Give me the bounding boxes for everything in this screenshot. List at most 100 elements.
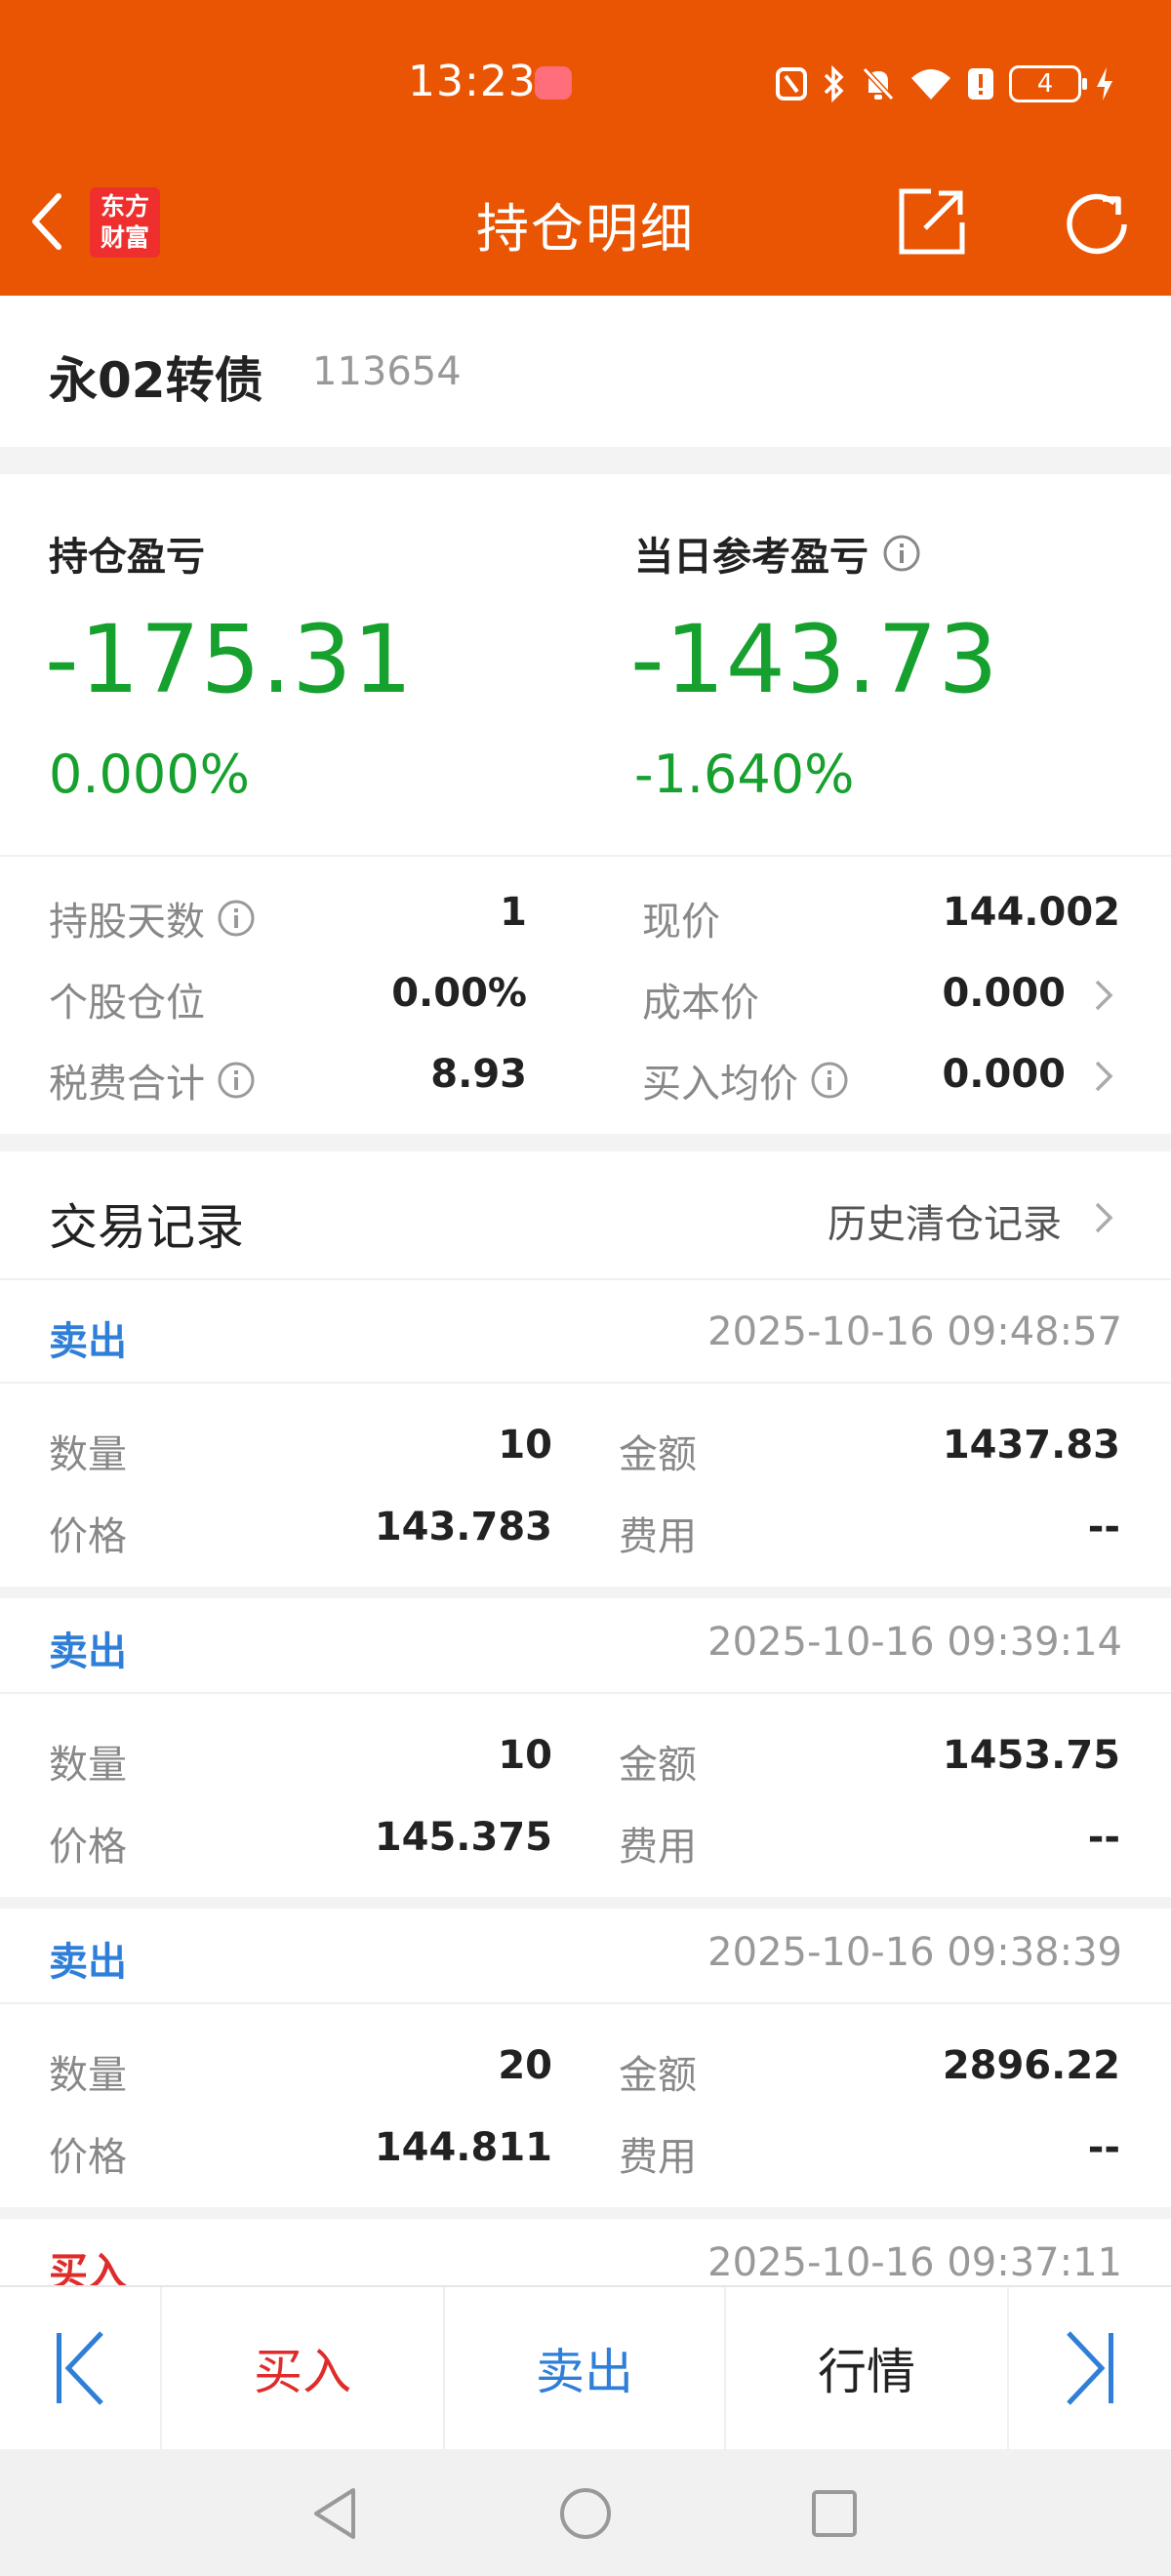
skip-previous-icon [57, 2331, 103, 2405]
fees-label-text: 税费合计 [49, 1062, 205, 1107]
position-ratio-label: 个股仓位 [49, 981, 205, 1026]
divider [0, 855, 1171, 857]
record-gap [0, 1897, 1171, 1909]
fee-value: -- [1087, 2125, 1120, 2170]
qty-label: 数量 [49, 1432, 127, 1477]
info-icon[interactable] [882, 534, 921, 573]
alert-icon [968, 68, 993, 100]
cost-price-label[interactable]: 成本价 [642, 971, 759, 1027]
divider [0, 2002, 1171, 2004]
price-value: 145.375 [374, 1815, 552, 1860]
trade-type: 卖出 [49, 1319, 127, 1364]
section-gap [0, 1134, 1171, 1151]
wifi-icon [911, 69, 950, 100]
fees-label: 税费合计 [49, 1052, 256, 1108]
status-icons: 4 [775, 64, 1114, 103]
trade-time: 2025-10-16 09:39:14 [707, 1620, 1122, 1665]
info-icon[interactable] [217, 899, 256, 938]
price-label: 价格 [49, 1514, 127, 1559]
qty-label: 数量 [49, 1743, 127, 1788]
next-stock-button[interactable] [1009, 2287, 1171, 2449]
daily-pnl-value: -143.73 [630, 605, 999, 714]
record-gap [0, 2207, 1171, 2219]
amount-label: 金额 [619, 2053, 697, 2098]
status-time: 13:23 [408, 57, 537, 106]
daily-pnl-label: 当日参考盈亏 [634, 525, 921, 582]
chevron-right-icon[interactable] [1091, 976, 1118, 1015]
trade-time: 2025-10-16 09:48:57 [707, 1309, 1122, 1354]
position-pnl-label-text: 持仓盈亏 [49, 535, 205, 580]
info-icon[interactable] [217, 1061, 256, 1100]
battery-icon: 4 [1009, 65, 1087, 102]
fee-value: -- [1087, 1505, 1120, 1550]
position-pnl-percent: 0.000% [49, 744, 250, 805]
market-button[interactable]: 行情 [726, 2287, 1009, 2449]
info-icon[interactable] [810, 1061, 849, 1100]
chevron-right-icon[interactable] [1091, 1198, 1118, 1237]
avg-buy-price-label[interactable]: 买入均价 [642, 1052, 849, 1108]
current-price-value: 144.002 [942, 890, 1120, 935]
amount-label: 金额 [619, 1743, 697, 1788]
hold-days-value: 1 [500, 890, 527, 935]
qty-value: 10 [498, 1423, 552, 1468]
refresh-icon [1067, 193, 1127, 255]
app-header: 13:23 4 东方 财富 持仓明细 [0, 0, 1171, 296]
buy-button[interactable]: 买入 [162, 2287, 445, 2449]
history-clearance-link[interactable]: 历史清仓记录 [828, 1192, 1062, 1249]
divider [0, 1382, 1171, 1384]
previous-stock-button[interactable] [0, 2287, 162, 2449]
system-recents-icon[interactable] [810, 2488, 859, 2539]
system-back-icon[interactable] [310, 2486, 359, 2541]
bottom-action-bar: 买入 卖出 行情 [0, 2285, 1171, 2449]
page-title: 持仓明细 [476, 198, 695, 260]
skip-next-icon [1067, 2331, 1113, 2405]
charging-icon [1097, 67, 1112, 101]
notification-app-icon [535, 66, 572, 100]
price-value: 143.783 [374, 1505, 552, 1550]
amount-value: 1453.75 [942, 1733, 1120, 1778]
system-navigation-bar [0, 2449, 1171, 2576]
avg-buy-price-label-text: 买入均价 [642, 1062, 798, 1107]
trade-time: 2025-10-16 09:38:39 [707, 1930, 1122, 1975]
qty-label: 数量 [49, 2053, 127, 2098]
position-pnl-label: 持仓盈亏 [49, 525, 205, 582]
section-gap [0, 447, 1171, 474]
stock-name: 永02转债 [49, 352, 263, 409]
nfc-icon [776, 67, 807, 101]
trade-type: 卖出 [49, 1940, 127, 1985]
hold-days-label: 持股天数 [49, 890, 256, 946]
hold-days-label-text: 持股天数 [49, 900, 205, 945]
daily-pnl-percent: -1.640% [634, 744, 855, 805]
amount-value: 2896.22 [942, 2043, 1120, 2088]
position-ratio-value: 0.00% [391, 971, 527, 1016]
share-button[interactable] [896, 185, 968, 258]
fee-label: 费用 [619, 1825, 697, 1870]
system-home-icon[interactable] [558, 2486, 613, 2541]
trade-time: 2025-10-16 09:37:11 [707, 2240, 1122, 2285]
trade-records-title: 交易记录 [49, 1199, 244, 1256]
position-pnl-value: -175.31 [45, 605, 414, 714]
mute-icon [862, 66, 895, 101]
chevron-right-icon[interactable] [1091, 1057, 1118, 1096]
cost-price-value[interactable]: 0.000 [942, 971, 1066, 1016]
price-label: 价格 [49, 1825, 127, 1870]
stock-code: 113654 [312, 349, 462, 394]
divider [0, 1278, 1171, 1280]
qty-value: 20 [498, 2043, 552, 2088]
record-gap [0, 1587, 1171, 1598]
qty-value: 10 [498, 1733, 552, 1778]
sell-button[interactable]: 卖出 [445, 2287, 726, 2449]
fee-label: 费用 [619, 2135, 697, 2180]
fee-value: -- [1087, 1815, 1120, 1860]
refresh-button[interactable] [1058, 185, 1136, 263]
bluetooth-icon [824, 65, 844, 102]
divider [0, 1692, 1171, 1694]
trade-type: 卖出 [49, 1630, 127, 1674]
fee-label: 费用 [619, 1514, 697, 1559]
fees-value: 8.93 [430, 1052, 527, 1097]
current-price-label: 现价 [642, 900, 720, 945]
avg-buy-price-value[interactable]: 0.000 [942, 1052, 1066, 1097]
amount-label: 金额 [619, 1432, 697, 1477]
price-label: 价格 [49, 2135, 127, 2180]
price-value: 144.811 [374, 2125, 552, 2170]
